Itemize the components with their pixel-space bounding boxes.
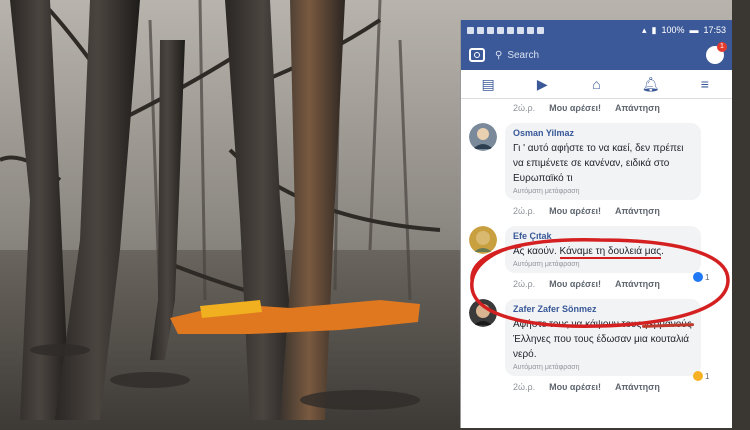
notification-icon — [487, 26, 494, 34]
facebook-phone-screenshot: ▴ ▮ 100% ▬ 17:53 ⚲ Search 1 ▤ ▶ ⌂ 🔔︎ ≡ 2… — [460, 20, 732, 428]
like-link[interactable]: Μου αρέσει! — [549, 279, 601, 289]
notification-icon — [477, 26, 484, 34]
comment-text-part: Ας καούν. — [513, 246, 560, 257]
news-feed-icon[interactable]: ▤ — [479, 76, 497, 92]
signal-icon: ▮ — [651, 24, 657, 35]
status-bar: ▴ ▮ 100% ▬ 17:53 — [461, 20, 732, 40]
avatar[interactable] — [469, 226, 497, 254]
marketplace-icon[interactable]: ⌂ — [587, 76, 605, 92]
avatar[interactable] — [469, 299, 497, 327]
camera-icon[interactable] — [469, 48, 485, 62]
reply-link[interactable]: Απάντηση — [615, 206, 660, 216]
like-link[interactable]: Μου αρέσει! — [549, 206, 601, 216]
comment-bubble: Osman Yilmaz Γι ' αυτό αφήστε το να καεί… — [505, 123, 701, 200]
comments-list: 2ώ.ρ. Μου αρέσει! Απάντηση Osman Yilmaz … — [461, 99, 732, 398]
comment: Efe Çıtak Ας καούν. Κάναμε τη δουλειά μα… — [469, 226, 724, 282]
comment-time: 2ώ.ρ. — [513, 382, 536, 392]
commenter-name[interactable]: Efe Çıtak — [513, 231, 693, 241]
underlined-text: Κάναμε τη δουλειά μας — [559, 246, 662, 259]
comment-bubble: Efe Çıtak Ας καούν. Κάναμε τη δουλειά μα… — [505, 226, 701, 273]
comment-actions: 2ώ.ρ. Μου αρέσει! Απάντηση — [469, 101, 724, 119]
battery-level: 100% — [661, 25, 685, 35]
struck-out-word: γερμανούς — [644, 319, 692, 330]
reply-link[interactable]: Απάντηση — [615, 279, 660, 289]
menu-icon[interactable]: ≡ — [696, 76, 714, 92]
reaction-count[interactable]: 1 — [693, 272, 709, 282]
auto-translate-label[interactable]: Αυτόματη μετάφραση — [513, 261, 693, 268]
comment-text-part: . — [661, 246, 664, 257]
notifications-icon[interactable]: 🔔︎ — [642, 76, 660, 92]
commenter-name[interactable]: Zafer Zafer Sönmez — [513, 304, 693, 314]
messenger-badge: 1 — [717, 42, 727, 52]
auto-translate-label[interactable]: Αυτόματη μετάφραση — [513, 188, 693, 195]
notification-icon — [507, 26, 514, 34]
haha-reaction-icon — [693, 371, 703, 381]
notification-icon — [497, 26, 504, 34]
comment-text: Γι ' αυτό αφήστε το να καεί, δεν πρέπει … — [513, 143, 684, 184]
notification-icon — [467, 26, 474, 34]
reply-link[interactable]: Απάντηση — [615, 382, 660, 392]
like-link[interactable]: Μου αρέσει! — [549, 382, 601, 392]
search-field[interactable]: ⚲ Search — [495, 50, 696, 61]
wifi-icon: ▴ — [641, 24, 647, 35]
comment-time: 2ώ.ρ. — [513, 279, 536, 289]
clock: 17:53 — [703, 25, 726, 35]
comment-time: 2ώ.ρ. — [513, 103, 536, 113]
like-link[interactable]: Μου αρέσει! — [549, 103, 601, 113]
reaction-number: 1 — [705, 272, 710, 282]
video-icon[interactable]: ▶ — [533, 76, 551, 92]
like-reaction-icon — [693, 272, 703, 282]
comment-actions: 2ώ.ρ. Μου αρέσει! Απάντηση — [469, 273, 724, 295]
reaction-number: 1 — [705, 371, 710, 381]
commenter-name[interactable]: Osman Yilmaz — [513, 128, 693, 138]
avatar[interactable] — [469, 123, 497, 151]
comment-text-part: Αφήστε τους να κάψουν τους — [513, 319, 645, 330]
comment: Osman Yilmaz Γι ' αυτό αφήστε το να καεί… — [469, 123, 724, 200]
comment-time: 2ώ.ρ. — [513, 206, 536, 216]
reaction-count[interactable]: 1 — [693, 371, 709, 381]
comment-actions: 2ώ.ρ. Μου αρέσει! Απάντηση — [469, 200, 724, 222]
comment-actions: 2ώ.ρ. Μου αρέσει! Απάντηση — [469, 376, 724, 398]
auto-translate-label[interactable]: Αυτόματη μετάφραση — [513, 364, 693, 371]
top-bar: ⚲ Search 1 — [461, 40, 732, 70]
search-icon: ⚲ — [495, 49, 503, 61]
messenger-icon[interactable]: 1 — [706, 42, 727, 64]
battery-icon: ▬ — [689, 25, 699, 35]
search-placeholder: Search — [507, 49, 540, 61]
reply-link[interactable]: Απάντηση — [615, 103, 660, 113]
notification-icon — [527, 26, 534, 34]
comment-text: Ας καούν. Κάναμε τη δουλειά μας. — [513, 244, 693, 259]
nav-bar: ▤ ▶ ⌂ 🔔︎ ≡ — [461, 70, 732, 99]
notification-icon — [517, 26, 524, 34]
comment-text-part: Έλληνες που τους έδωσαν μια κουταλιά νερ… — [513, 334, 690, 360]
notification-icons — [467, 26, 544, 34]
comment-text: Αφήστε τους να κάψουν τους γερμανούς Έλλ… — [513, 317, 693, 362]
comment: Zafer Zafer Sönmez Αφήστε τους να κάψουν… — [469, 299, 724, 381]
comment-bubble: Zafer Zafer Sönmez Αφήστε τους να κάψουν… — [505, 299, 701, 376]
notification-icon — [537, 26, 544, 34]
